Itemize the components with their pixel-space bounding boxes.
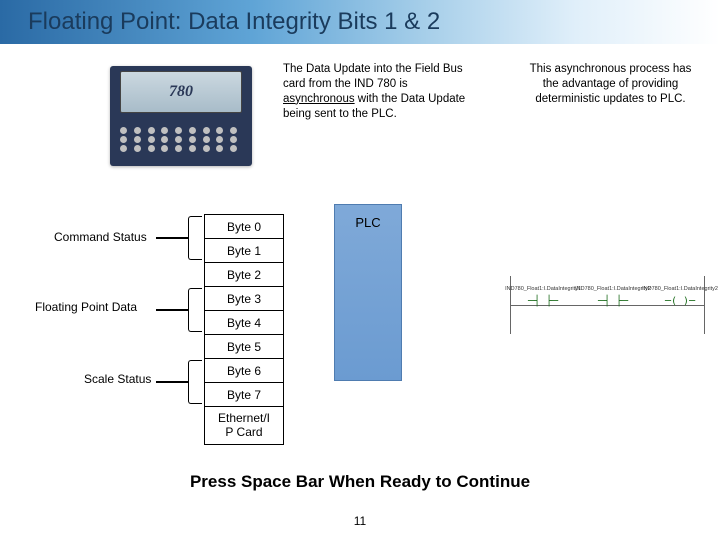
ladder-label: IND780_Float1:I.DataIntegrity2	[575, 286, 651, 292]
label-floating-point: Floating Point Data	[35, 300, 137, 314]
device-screen: 780	[120, 71, 241, 113]
contact-icon: ─┤ ├─	[598, 296, 628, 307]
byte-row: Byte 1	[205, 239, 283, 263]
plc-label: PLC	[355, 215, 380, 230]
byte-row: Byte 4	[205, 311, 283, 335]
byte-row: Byte 5	[205, 335, 283, 359]
bracket-sc	[188, 360, 202, 404]
byte-row: Byte 2	[205, 263, 283, 287]
connector-sc	[156, 381, 188, 383]
device-keypad	[120, 117, 241, 161]
ladder-label: IND780_Float1:I.DataIntegrity1	[505, 286, 581, 292]
bracket-cmd	[188, 216, 202, 260]
plc-box: PLC	[334, 204, 402, 381]
para1-text-a: The Data Update into the Field Bus card …	[283, 63, 463, 90]
coil-icon: ─( )─	[665, 296, 695, 307]
press-space-prompt: Press Space Bar When Ready to Continue	[0, 472, 720, 492]
para1-underline: asynchronous	[283, 93, 355, 105]
paragraph-advantage: This asynchronous process has the advant…	[523, 62, 698, 107]
byte-row: Byte 3	[205, 287, 283, 311]
label-command-status: Command Status	[54, 230, 147, 244]
connector-cmd	[156, 237, 188, 239]
page-number: 11	[0, 514, 720, 528]
contact-icon: ─┤ ├─	[528, 296, 558, 307]
paragraph-async: The Data Update into the Field Bus card …	[283, 62, 469, 122]
label-scale-status: Scale Status	[84, 372, 151, 386]
byte-row: Byte 7	[205, 383, 283, 407]
byte-row: Byte 0	[205, 215, 283, 239]
byte-row-card: Ethernet/I P Card	[205, 407, 283, 444]
byte-table: Byte 0 Byte 1 Byte 2 Byte 3 Byte 4 Byte …	[204, 214, 284, 445]
title-bar: Floating Point: Data Integrity Bits 1 & …	[0, 0, 720, 44]
connector-fp	[156, 309, 188, 311]
content-area: 780 The Data Update into the Field Bus c…	[0, 44, 720, 540]
byte-row: Byte 6	[205, 359, 283, 383]
ladder-diagram: IND780_Float1:I.DataIntegrity1 ─┤ ├─ IND…	[510, 276, 705, 334]
device-image: 780	[110, 66, 252, 166]
page-title: Floating Point: Data Integrity Bits 1 & …	[28, 8, 440, 36]
bracket-fp	[188, 288, 202, 332]
ladder-label: IND780_Float1:I.DataIntegrity2	[642, 286, 718, 292]
